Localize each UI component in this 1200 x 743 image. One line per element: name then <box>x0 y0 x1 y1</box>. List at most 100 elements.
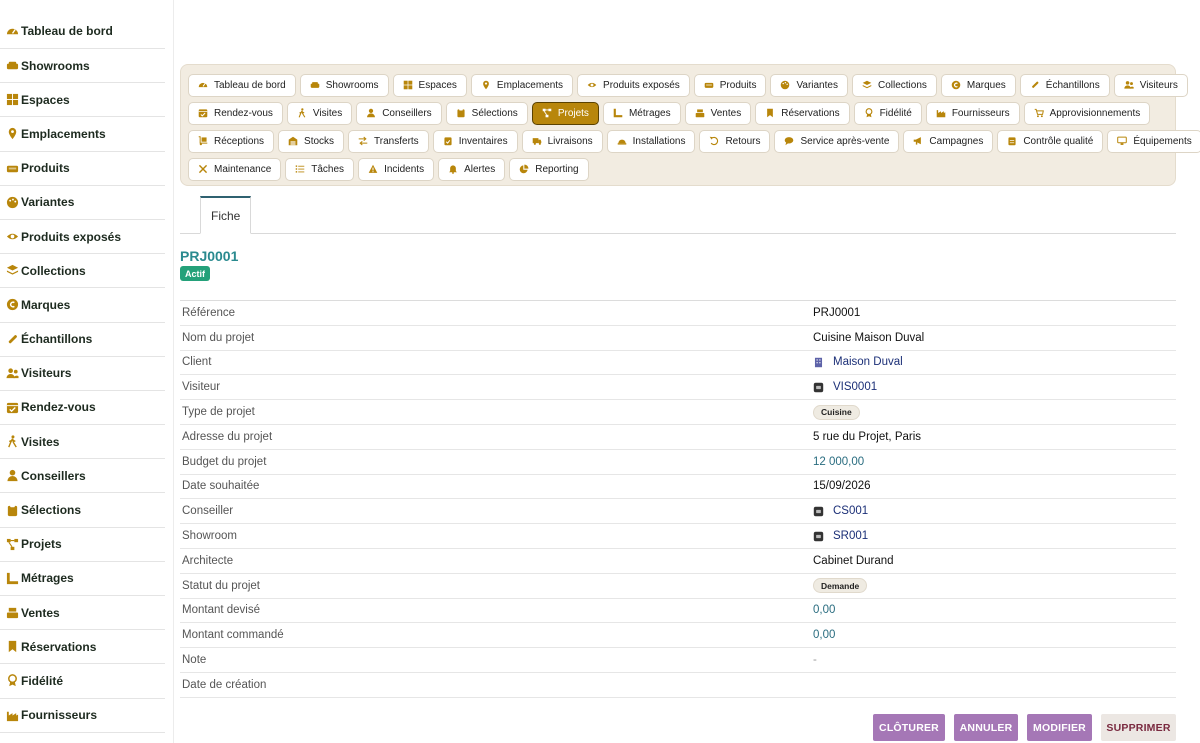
field-row-conseiller: Conseiller CS001 <box>180 499 1176 525</box>
tab-label: Contrôle qualité <box>1023 135 1094 147</box>
tab-service-apres-vente[interactable]: Service après-vente <box>774 129 900 153</box>
cancel-button[interactable]: ANNULER <box>954 714 1018 741</box>
tab-taches[interactable]: Tâches <box>285 157 355 181</box>
tab-livraisons[interactable]: Livraisons <box>521 129 603 153</box>
close-button[interactable]: CLÔTURER <box>873 714 945 741</box>
sidebar-item-label: Visites <box>21 434 60 449</box>
value-link[interactable]: VIS0001 <box>833 381 877 393</box>
tab-conseillers[interactable]: Conseillers <box>356 101 442 125</box>
sidebar-item-projets[interactable]: Projets <box>0 528 165 562</box>
sidebar-item-visites[interactable]: Visites <box>0 425 165 460</box>
tab-produits[interactable]: Produits <box>693 73 767 97</box>
clipboard-check-icon <box>443 136 453 146</box>
sidebar-item-rendez-vous[interactable]: Rendez-vous <box>0 391 165 426</box>
tab-approvisionnements[interactable]: Approvisionnements <box>1023 101 1151 125</box>
tab-equipements[interactable]: Équipements <box>1107 129 1200 153</box>
tab-campagnes[interactable]: Campagnes <box>903 129 994 153</box>
tab-collections[interactable]: Collections <box>851 73 937 97</box>
status-badge: Actif <box>180 266 210 281</box>
tab-label: Échantillons <box>1045 79 1100 91</box>
field-value: 0,00 <box>813 604 835 616</box>
tab-maintenance[interactable]: Maintenance <box>188 157 282 181</box>
sidebar-item-fournisseurs[interactable]: Fournisseurs <box>0 699 165 733</box>
tab-fournisseurs[interactable]: Fournisseurs <box>925 101 1020 125</box>
tab-fidelite[interactable]: Fidélité <box>853 101 922 125</box>
tab-marques[interactable]: Marques <box>940 73 1016 97</box>
sidebar-item-label: Visiteurs <box>21 366 72 381</box>
sofa-icon <box>6 59 19 72</box>
value-link[interactable]: Maison Duval <box>833 356 903 368</box>
field-value[interactable]: CS001 <box>813 505 868 517</box>
sidebar-item-metrages[interactable]: Métrages <box>0 562 165 596</box>
delete-button[interactable]: SUPPRIMER <box>1101 714 1176 741</box>
tab-inventaires[interactable]: Inventaires <box>432 129 518 153</box>
field-value: Cuisine <box>813 404 860 420</box>
tab-transferts[interactable]: Transferts <box>348 129 429 153</box>
tab-produits-exposes[interactable]: Produits exposés <box>577 73 690 97</box>
value-link[interactable]: SR001 <box>833 530 868 542</box>
field-row-architecte: Architecte Cabinet Durand <box>180 549 1176 574</box>
tab-selections[interactable]: Sélections <box>445 101 528 125</box>
tab-label: Installations <box>632 135 686 147</box>
tab-variantes[interactable]: Variantes <box>770 73 848 97</box>
tab-stocks[interactable]: Stocks <box>278 129 345 153</box>
sidebar-item-reservations[interactable]: Réservations <box>0 630 165 665</box>
desktop-icon <box>1117 136 1128 146</box>
sidebar-item-label: Emplacements <box>21 126 106 141</box>
field-row-date-de-creation: Date de création <box>180 673 1176 698</box>
sidebar-item-variantes[interactable]: Variantes <box>0 186 165 220</box>
walking-icon <box>6 435 19 448</box>
sidebar-item-ventes[interactable]: Ventes <box>0 596 165 631</box>
sidebar-item-showrooms[interactable]: Showrooms <box>0 49 165 84</box>
tab-rendez-vous[interactable]: Rendez-vous <box>188 101 283 125</box>
field-value: - <box>813 654 817 666</box>
tab-installations[interactable]: Installations <box>606 129 696 153</box>
sidebar-item-espaces[interactable]: Espaces <box>0 83 165 118</box>
sidebar-item-conseillers[interactable]: Conseillers <box>0 459 165 494</box>
tab-alertes[interactable]: Alertes <box>438 157 506 181</box>
exchange-icon <box>358 136 368 146</box>
tab-emplacements[interactable]: Emplacements <box>470 73 574 97</box>
tab-label: Fidélité <box>879 107 912 119</box>
sidebar-item-produits[interactable]: Produits <box>0 152 165 186</box>
edit-button[interactable]: MODIFIER <box>1027 714 1092 741</box>
sidebar-item-fidelite[interactable]: Fidélité <box>0 664 165 699</box>
field-value: 5 rue du Projet, Paris <box>813 431 921 443</box>
sidebar-item-selections[interactable]: Sélections <box>0 493 165 528</box>
tab-reservations[interactable]: Réservations <box>755 101 850 125</box>
subtab-fiche[interactable]: Fiche <box>200 196 252 234</box>
sidebar-item-label: Tableau de bord <box>21 24 113 38</box>
tab-visites[interactable]: Visites <box>286 101 353 125</box>
tab-retours[interactable]: Retours <box>699 129 771 153</box>
sidebar-item-visiteurs[interactable]: Visiteurs <box>0 357 165 391</box>
tab-metrages[interactable]: Métrages <box>602 101 681 125</box>
tab-visiteurs[interactable]: Visiteurs <box>1113 73 1188 97</box>
sidebar-item-collections[interactable]: Collections <box>0 254 165 289</box>
field-row-adresse-du-projet: Adresse du projet 5 rue du Projet, Paris <box>180 425 1176 450</box>
tab-tableau-de-bord[interactable]: Tableau de bord <box>188 73 296 97</box>
sidebar-item-produits-exposes[interactable]: Produits exposés <box>0 220 165 255</box>
building-icon <box>813 357 824 368</box>
sidebar-item-echantillons[interactable]: Échantillons <box>0 323 165 357</box>
sidebar-item-marques[interactable]: Marques <box>0 288 165 323</box>
tab-projets[interactable]: Projets <box>531 101 599 125</box>
tab-incidents[interactable]: Incidents <box>358 157 435 181</box>
layers-icon <box>6 264 19 277</box>
sidebar-item-label: Échantillons <box>21 332 93 347</box>
tab-reporting[interactable]: Reporting <box>509 157 589 181</box>
ruler-icon <box>6 572 19 585</box>
field-value[interactable]: VIS0001 <box>813 381 877 393</box>
value-link[interactable]: CS001 <box>833 505 868 517</box>
tab-echantillons[interactable]: Échantillons <box>1019 73 1110 97</box>
sidebar-item-emplacements[interactable]: Emplacements <box>0 117 165 152</box>
tab-espaces[interactable]: Espaces <box>392 73 467 97</box>
field-row-budget-du-projet: Budget du projet 12 000,00 <box>180 450 1176 475</box>
sidebar-item-tableau-de-bord[interactable]: Tableau de bord <box>0 0 165 49</box>
tab-controle-qualite[interactable]: Contrôle qualité <box>997 129 1104 153</box>
tab-label: Rendez-vous <box>214 107 273 119</box>
tab-showrooms[interactable]: Showrooms <box>299 73 389 97</box>
field-value[interactable]: SR001 <box>813 530 868 542</box>
tab-receptions[interactable]: Réceptions <box>188 129 275 153</box>
tab-ventes[interactable]: Ventes <box>684 101 752 125</box>
field-value[interactable]: Maison Duval <box>813 356 903 368</box>
